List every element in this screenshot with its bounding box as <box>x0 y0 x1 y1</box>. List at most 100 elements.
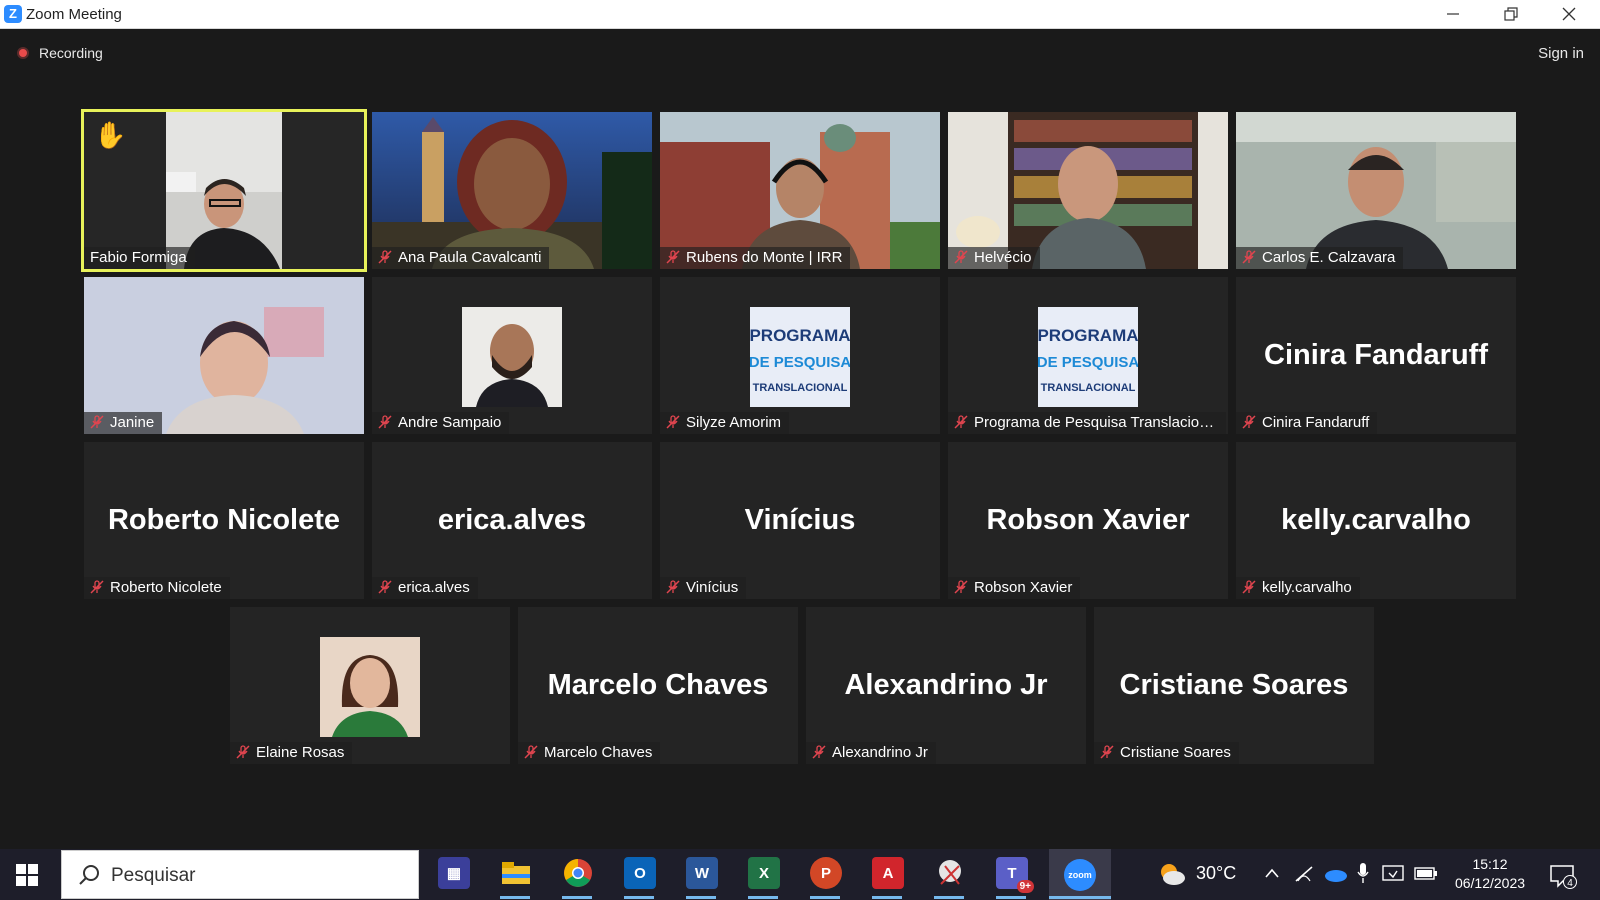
running-indicator <box>748 896 778 899</box>
participant-name: Silyze Amorim <box>686 414 782 431</box>
taskbar-search-box[interactable]: Pesquisar <box>61 850 419 899</box>
participant-tile-cinira[interactable]: Cinira Fandaruff Cinira Fandaruff <box>1236 277 1516 434</box>
muted-mic-icon <box>1100 745 1114 759</box>
participant-display-name: Cristiane Soares <box>1119 669 1349 701</box>
participant-display-name: kelly.carvalho <box>1281 504 1471 536</box>
teams-icon[interactable]: T 9+ <box>996 857 1034 893</box>
participant-tile-cristiane[interactable]: Cristiane Soares Cristiane Soares <box>1094 607 1374 764</box>
participant-name-label: Robson Xavier <box>948 577 1081 599</box>
muted-mic-icon <box>954 580 968 594</box>
clock-date: 06/12/2023 <box>1454 875 1526 891</box>
participant-tile-helvecio[interactable]: Helvécio <box>948 112 1228 269</box>
calendar-app-icon[interactable]: ▦ <box>438 857 470 889</box>
participant-name-label: Fabio Formiga <box>84 247 195 269</box>
acrobat-icon[interactable]: A <box>872 857 904 889</box>
participant-tile-marcelo[interactable]: Marcelo Chaves Marcelo Chaves <box>518 607 798 764</box>
recording-indicator[interactable]: Recording <box>17 45 103 61</box>
participant-tile-roberto[interactable]: Roberto Nicolete Roberto Nicolete <box>84 442 364 599</box>
chrome-icon[interactable] <box>562 857 594 889</box>
participant-name-label: Carlos E. Calzavara <box>1236 247 1404 269</box>
participant-video <box>948 112 1228 269</box>
avatar-text-line: PROGRAMA <box>1038 326 1138 345</box>
participant-name: Alexandrino Jr <box>832 744 928 761</box>
avatar-text-line: TRANSLACIONAL <box>1041 382 1136 394</box>
participant-name: Cinira Fandaruff <box>1262 414 1370 431</box>
participant-tile-robson[interactable]: Robson Xavier Robson Xavier <box>948 442 1228 599</box>
wifi-icon[interactable] <box>1294 865 1314 883</box>
participant-name: Vinícius <box>686 579 739 596</box>
participant-name: Carlos E. Calzavara <box>1262 249 1396 266</box>
windows-start-button[interactable] <box>16 864 38 886</box>
participant-tile-rubens[interactable]: Rubens do Monte | IRR <box>660 112 940 269</box>
zoom-taskbar-button[interactable]: zoom <box>1049 849 1111 900</box>
search-placeholder: Pesquisar <box>111 865 196 886</box>
participant-name-label: Marcelo Chaves <box>518 742 661 764</box>
participant-name: Andre Sampaio <box>398 414 502 431</box>
avatar-text-line: PROGRAMA <box>750 326 850 345</box>
teams-badge: 9+ <box>1016 880 1034 893</box>
participant-tile-alexandrino[interactable]: Alexandrino Jr Alexandrino Jr <box>806 607 1086 764</box>
participant-name-label: Janine <box>84 412 163 434</box>
muted-mic-icon <box>90 580 104 594</box>
participant-name: Fabio Formiga <box>90 249 187 266</box>
onedrive-cloud-icon[interactable] <box>1324 866 1348 882</box>
restore-button[interactable] <box>1488 0 1534 28</box>
taskbar-clock[interactable]: 15:12 06/12/2023 <box>1440 855 1540 893</box>
outlook-icon[interactable]: O <box>624 857 656 889</box>
window-title-bar: Z Zoom Meeting <box>0 0 1600 29</box>
muted-mic-icon <box>666 250 680 264</box>
notification-center-icon[interactable]: 4 <box>1549 863 1577 889</box>
participant-tile-kelly[interactable]: kelly.carvalho kelly.carvalho <box>1236 442 1516 599</box>
participant-tile-elaine[interactable]: Elaine Rosas <box>230 607 510 764</box>
muted-mic-icon <box>378 580 392 594</box>
avatar-text-line: TRANSLACIONAL <box>753 382 848 394</box>
sign-in-button[interactable]: Sign in <box>1538 45 1584 62</box>
participant-tile-janine[interactable]: Janine <box>84 277 364 434</box>
participant-video <box>84 277 364 434</box>
window-title: Zoom Meeting <box>26 6 122 23</box>
participant-name: Elaine Rosas <box>256 744 345 761</box>
participant-tile-programa[interactable]: PROGRAMA DE PESQUISA TRANSLACIONAL Progr… <box>948 277 1228 434</box>
participant-video <box>372 112 652 269</box>
participant-display-name: erica.alves <box>437 504 587 536</box>
excel-icon[interactable]: X <box>748 857 780 889</box>
participant-video <box>1236 112 1516 269</box>
participant-name: Rubens do Monte | IRR <box>686 249 843 266</box>
weather-cloud-sun-icon[interactable] <box>1158 862 1186 886</box>
participant-tile-carlos[interactable]: Carlos E. Calzavara <box>1236 112 1516 269</box>
chevron-up-icon[interactable] <box>1264 867 1280 879</box>
participant-tile-andre[interactable]: Andre Sampaio <box>372 277 652 434</box>
close-button[interactable] <box>1546 0 1592 28</box>
word-icon[interactable]: W <box>686 857 718 889</box>
windows-taskbar: Pesquisar ▦ O W X P A T 9+ zoom 30°C 15:… <box>0 849 1600 900</box>
running-indicator <box>934 896 964 899</box>
participant-tile-vinicius[interactable]: Vinícius Vinícius <box>660 442 940 599</box>
muted-mic-icon <box>1242 250 1256 264</box>
participant-tile-erica[interactable]: erica.alves erica.alves <box>372 442 652 599</box>
muted-mic-icon <box>666 580 680 594</box>
participant-video <box>660 112 940 269</box>
minimize-button[interactable] <box>1430 0 1476 28</box>
muted-mic-icon <box>1242 415 1256 429</box>
snipping-tool-icon[interactable] <box>934 857 966 889</box>
program-logo-avatar: PROGRAMA DE PESQUISA TRANSLACIONAL <box>750 307 850 407</box>
muted-mic-icon <box>954 250 968 264</box>
zoom-icon: zoom <box>1064 859 1096 891</box>
participant-name-label: Cinira Fandaruff <box>1236 412 1378 434</box>
muted-mic-icon <box>378 250 392 264</box>
recording-dot-icon <box>17 47 29 59</box>
display-sync-icon[interactable] <box>1382 864 1404 884</box>
microphone-icon[interactable] <box>1356 862 1370 884</box>
running-indicator <box>686 896 716 899</box>
file-explorer-icon[interactable] <box>500 857 532 889</box>
participant-name-label: kelly.carvalho <box>1236 577 1360 599</box>
search-icon <box>79 865 99 885</box>
participant-tile-silyze[interactable]: PROGRAMA DE PESQUISA TRANSLACIONAL Silyz… <box>660 277 940 434</box>
muted-mic-icon <box>236 745 250 759</box>
muted-mic-icon <box>666 415 680 429</box>
participant-tile-ana[interactable]: Ana Paula Cavalcanti <box>372 112 652 269</box>
participant-tile-fabio[interactable]: ✋ Fabio Formiga <box>81 109 367 272</box>
battery-icon[interactable] <box>1414 867 1438 881</box>
weather-temperature[interactable]: 30°C <box>1196 863 1236 884</box>
powerpoint-icon[interactable]: P <box>810 857 842 889</box>
